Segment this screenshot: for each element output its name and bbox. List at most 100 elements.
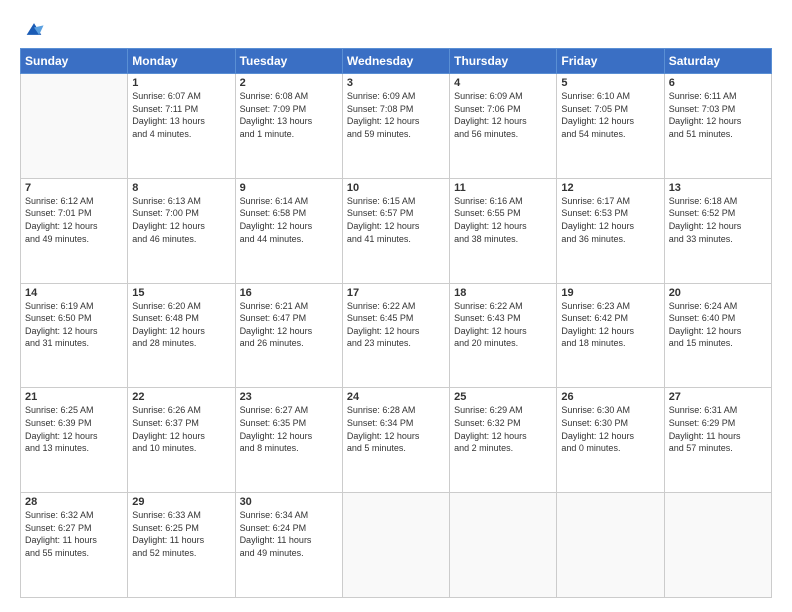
calendar-cell: 21Sunrise: 6:25 AM Sunset: 6:39 PM Dayli… — [21, 388, 128, 493]
calendar-cell: 2Sunrise: 6:08 AM Sunset: 7:09 PM Daylig… — [235, 74, 342, 179]
day-number: 25 — [454, 391, 552, 403]
calendar-cell: 17Sunrise: 6:22 AM Sunset: 6:45 PM Dayli… — [342, 283, 449, 388]
calendar-cell: 11Sunrise: 6:16 AM Sunset: 6:55 PM Dayli… — [450, 178, 557, 283]
day-number: 20 — [669, 287, 767, 299]
day-number: 12 — [561, 182, 659, 194]
day-number: 9 — [240, 182, 338, 194]
calendar-cell — [664, 493, 771, 598]
calendar-cell: 12Sunrise: 6:17 AM Sunset: 6:53 PM Dayli… — [557, 178, 664, 283]
day-header-sunday: Sunday — [21, 49, 128, 74]
day-info: Sunrise: 6:20 AM Sunset: 6:48 PM Dayligh… — [132, 300, 230, 350]
day-info: Sunrise: 6:19 AM Sunset: 6:50 PM Dayligh… — [25, 300, 123, 350]
day-number: 17 — [347, 287, 445, 299]
day-info: Sunrise: 6:22 AM Sunset: 6:45 PM Dayligh… — [347, 300, 445, 350]
day-number: 22 — [132, 391, 230, 403]
day-info: Sunrise: 6:22 AM Sunset: 6:43 PM Dayligh… — [454, 300, 552, 350]
calendar-cell: 5Sunrise: 6:10 AM Sunset: 7:05 PM Daylig… — [557, 74, 664, 179]
day-number: 23 — [240, 391, 338, 403]
day-info: Sunrise: 6:25 AM Sunset: 6:39 PM Dayligh… — [25, 404, 123, 454]
day-info: Sunrise: 6:13 AM Sunset: 7:00 PM Dayligh… — [132, 195, 230, 245]
day-number: 13 — [669, 182, 767, 194]
calendar-cell: 14Sunrise: 6:19 AM Sunset: 6:50 PM Dayli… — [21, 283, 128, 388]
day-info: Sunrise: 6:10 AM Sunset: 7:05 PM Dayligh… — [561, 90, 659, 140]
day-info: Sunrise: 6:30 AM Sunset: 6:30 PM Dayligh… — [561, 404, 659, 454]
calendar-cell: 3Sunrise: 6:09 AM Sunset: 7:08 PM Daylig… — [342, 74, 449, 179]
day-header-tuesday: Tuesday — [235, 49, 342, 74]
day-info: Sunrise: 6:07 AM Sunset: 7:11 PM Dayligh… — [132, 90, 230, 140]
header — [20, 18, 772, 40]
calendar-cell: 16Sunrise: 6:21 AM Sunset: 6:47 PM Dayli… — [235, 283, 342, 388]
day-info: Sunrise: 6:15 AM Sunset: 6:57 PM Dayligh… — [347, 195, 445, 245]
calendar-week-row: 21Sunrise: 6:25 AM Sunset: 6:39 PM Dayli… — [21, 388, 772, 493]
day-info: Sunrise: 6:24 AM Sunset: 6:40 PM Dayligh… — [669, 300, 767, 350]
day-number: 14 — [25, 287, 123, 299]
calendar-cell: 28Sunrise: 6:32 AM Sunset: 6:27 PM Dayli… — [21, 493, 128, 598]
day-info: Sunrise: 6:16 AM Sunset: 6:55 PM Dayligh… — [454, 195, 552, 245]
day-info: Sunrise: 6:17 AM Sunset: 6:53 PM Dayligh… — [561, 195, 659, 245]
day-number: 2 — [240, 77, 338, 89]
day-info: Sunrise: 6:27 AM Sunset: 6:35 PM Dayligh… — [240, 404, 338, 454]
calendar-cell — [21, 74, 128, 179]
day-number: 18 — [454, 287, 552, 299]
day-info: Sunrise: 6:33 AM Sunset: 6:25 PM Dayligh… — [132, 509, 230, 559]
calendar-week-row: 28Sunrise: 6:32 AM Sunset: 6:27 PM Dayli… — [21, 493, 772, 598]
calendar-cell: 6Sunrise: 6:11 AM Sunset: 7:03 PM Daylig… — [664, 74, 771, 179]
calendar-cell: 8Sunrise: 6:13 AM Sunset: 7:00 PM Daylig… — [128, 178, 235, 283]
calendar-cell: 20Sunrise: 6:24 AM Sunset: 6:40 PM Dayli… — [664, 283, 771, 388]
calendar-cell: 23Sunrise: 6:27 AM Sunset: 6:35 PM Dayli… — [235, 388, 342, 493]
calendar-cell: 9Sunrise: 6:14 AM Sunset: 6:58 PM Daylig… — [235, 178, 342, 283]
day-number: 28 — [25, 496, 123, 508]
day-number: 16 — [240, 287, 338, 299]
day-number: 19 — [561, 287, 659, 299]
day-number: 26 — [561, 391, 659, 403]
day-info: Sunrise: 6:09 AM Sunset: 7:08 PM Dayligh… — [347, 90, 445, 140]
day-header-wednesday: Wednesday — [342, 49, 449, 74]
day-number: 27 — [669, 391, 767, 403]
calendar-cell: 22Sunrise: 6:26 AM Sunset: 6:37 PM Dayli… — [128, 388, 235, 493]
day-info: Sunrise: 6:28 AM Sunset: 6:34 PM Dayligh… — [347, 404, 445, 454]
day-info: Sunrise: 6:14 AM Sunset: 6:58 PM Dayligh… — [240, 195, 338, 245]
calendar-header-row: SundayMondayTuesdayWednesdayThursdayFrid… — [21, 49, 772, 74]
page: SundayMondayTuesdayWednesdayThursdayFrid… — [0, 0, 792, 612]
day-info: Sunrise: 6:26 AM Sunset: 6:37 PM Dayligh… — [132, 404, 230, 454]
day-number: 21 — [25, 391, 123, 403]
day-info: Sunrise: 6:09 AM Sunset: 7:06 PM Dayligh… — [454, 90, 552, 140]
day-number: 5 — [561, 77, 659, 89]
calendar-cell: 4Sunrise: 6:09 AM Sunset: 7:06 PM Daylig… — [450, 74, 557, 179]
day-number: 4 — [454, 77, 552, 89]
calendar-cell — [450, 493, 557, 598]
calendar-cell: 26Sunrise: 6:30 AM Sunset: 6:30 PM Dayli… — [557, 388, 664, 493]
calendar-week-row: 14Sunrise: 6:19 AM Sunset: 6:50 PM Dayli… — [21, 283, 772, 388]
day-number: 11 — [454, 182, 552, 194]
day-info: Sunrise: 6:23 AM Sunset: 6:42 PM Dayligh… — [561, 300, 659, 350]
calendar-cell: 29Sunrise: 6:33 AM Sunset: 6:25 PM Dayli… — [128, 493, 235, 598]
day-number: 24 — [347, 391, 445, 403]
logo-icon — [23, 18, 45, 40]
day-info: Sunrise: 6:29 AM Sunset: 6:32 PM Dayligh… — [454, 404, 552, 454]
day-info: Sunrise: 6:08 AM Sunset: 7:09 PM Dayligh… — [240, 90, 338, 140]
day-header-friday: Friday — [557, 49, 664, 74]
calendar-table: SundayMondayTuesdayWednesdayThursdayFrid… — [20, 48, 772, 598]
day-header-saturday: Saturday — [664, 49, 771, 74]
calendar-cell: 13Sunrise: 6:18 AM Sunset: 6:52 PM Dayli… — [664, 178, 771, 283]
day-info: Sunrise: 6:32 AM Sunset: 6:27 PM Dayligh… — [25, 509, 123, 559]
calendar-cell: 10Sunrise: 6:15 AM Sunset: 6:57 PM Dayli… — [342, 178, 449, 283]
day-number: 6 — [669, 77, 767, 89]
calendar-cell: 27Sunrise: 6:31 AM Sunset: 6:29 PM Dayli… — [664, 388, 771, 493]
day-header-thursday: Thursday — [450, 49, 557, 74]
day-info: Sunrise: 6:21 AM Sunset: 6:47 PM Dayligh… — [240, 300, 338, 350]
day-number: 8 — [132, 182, 230, 194]
day-number: 7 — [25, 182, 123, 194]
calendar-cell: 19Sunrise: 6:23 AM Sunset: 6:42 PM Dayli… — [557, 283, 664, 388]
calendar-cell: 25Sunrise: 6:29 AM Sunset: 6:32 PM Dayli… — [450, 388, 557, 493]
calendar-cell: 30Sunrise: 6:34 AM Sunset: 6:24 PM Dayli… — [235, 493, 342, 598]
calendar-cell: 1Sunrise: 6:07 AM Sunset: 7:11 PM Daylig… — [128, 74, 235, 179]
day-info: Sunrise: 6:34 AM Sunset: 6:24 PM Dayligh… — [240, 509, 338, 559]
day-header-monday: Monday — [128, 49, 235, 74]
logo — [20, 18, 45, 40]
day-number: 15 — [132, 287, 230, 299]
day-number: 1 — [132, 77, 230, 89]
calendar-cell: 24Sunrise: 6:28 AM Sunset: 6:34 PM Dayli… — [342, 388, 449, 493]
calendar-cell: 15Sunrise: 6:20 AM Sunset: 6:48 PM Dayli… — [128, 283, 235, 388]
calendar-cell: 7Sunrise: 6:12 AM Sunset: 7:01 PM Daylig… — [21, 178, 128, 283]
